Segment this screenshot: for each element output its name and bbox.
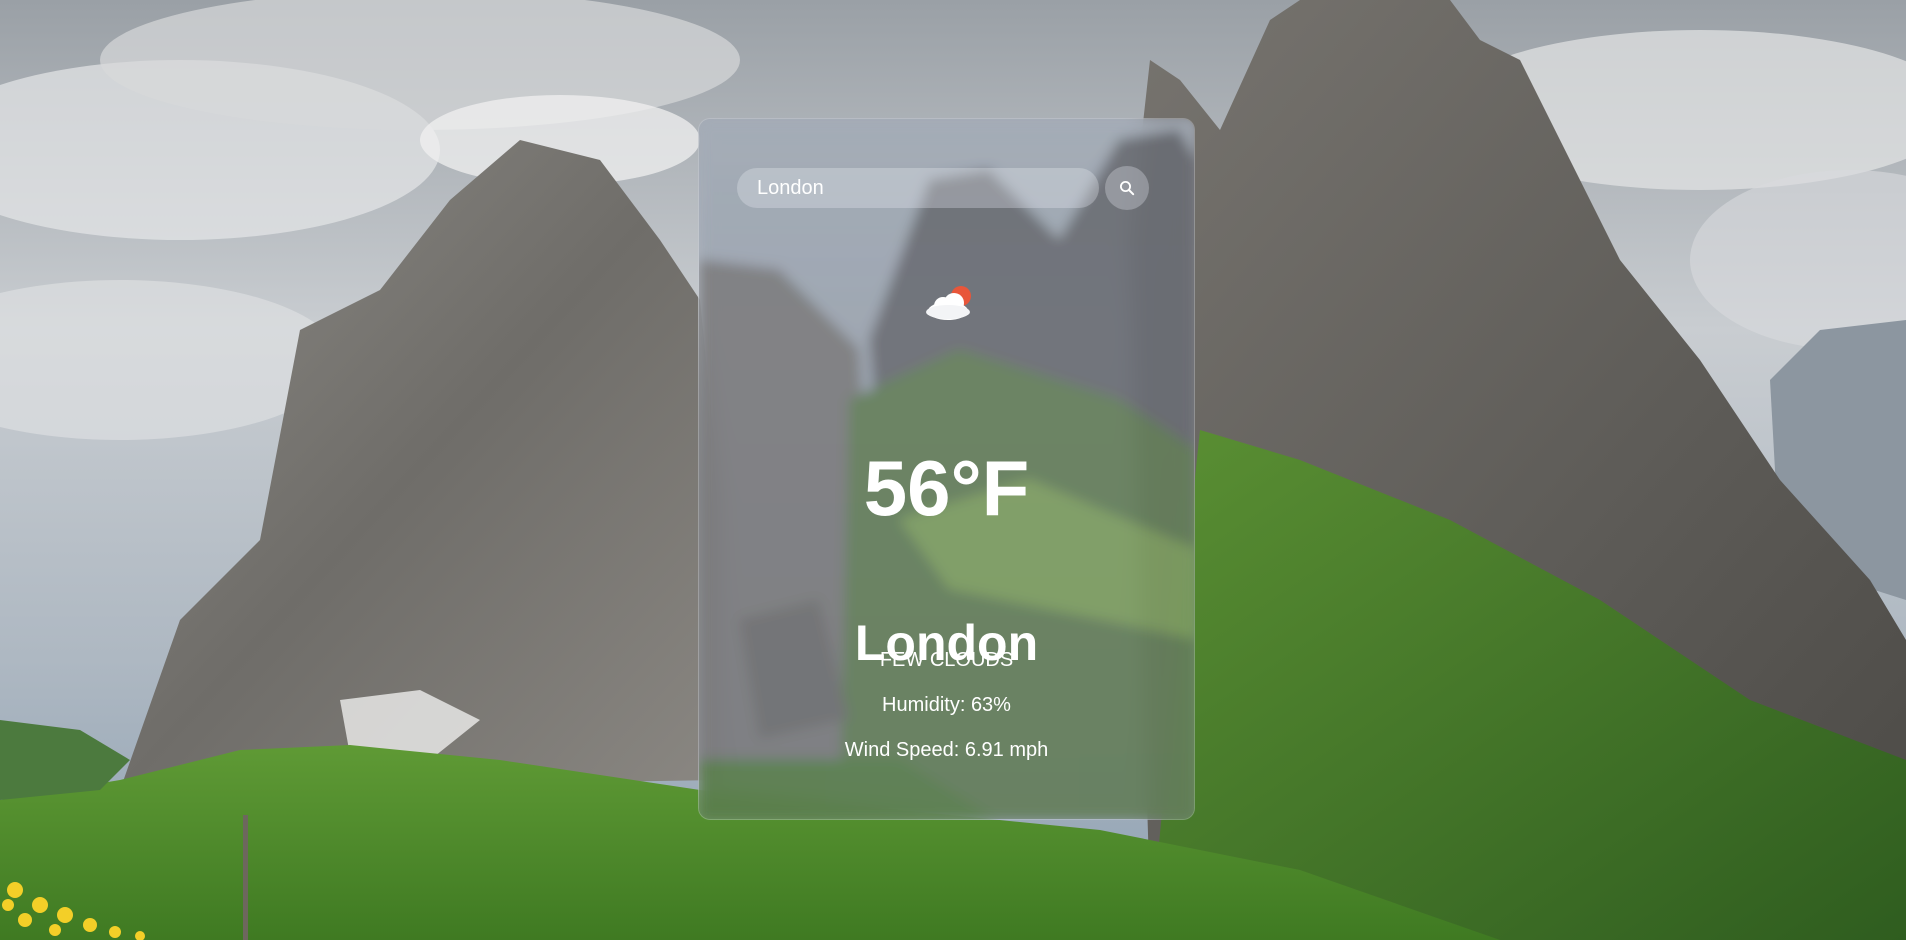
partly-cloudy-icon [926, 286, 971, 320]
humidity-reading: Humidity: 63% [882, 694, 1011, 716]
city-search-input[interactable] [737, 168, 1099, 208]
search-button[interactable] [1105, 166, 1149, 210]
temperature: 56°F [863, 444, 1030, 532]
weather-description: FEW CLOUDS [879, 649, 1014, 671]
search-icon [1120, 181, 1135, 196]
search-bar [737, 166, 1149, 210]
weather-app: 56°F London FEW CLOUDS Humidity: 63% Win… [0, 0, 1906, 940]
weather-card: 56°F London FEW CLOUDS Humidity: 63% Win… [698, 118, 1195, 820]
wind-speed-reading: Wind Speed: 6.91 mph [844, 739, 1049, 761]
